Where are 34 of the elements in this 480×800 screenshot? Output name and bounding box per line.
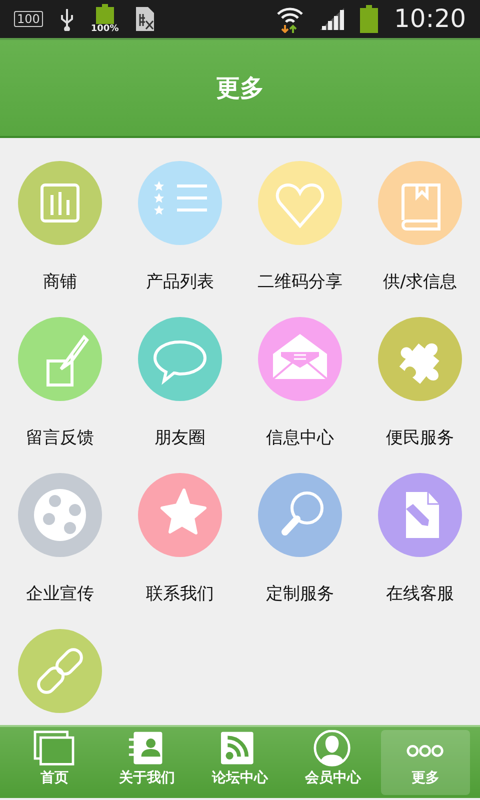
document-icon[interactable] <box>377 472 463 558</box>
book-icon[interactable] <box>377 160 463 246</box>
wifi-icon <box>276 5 304 33</box>
clock: 10:20 <box>394 3 466 36</box>
menu-label[interactable]: 留言反馈 <box>26 426 94 452</box>
menu-label[interactable]: 产品列表 <box>146 270 214 296</box>
edit-icon[interactable] <box>17 316 103 402</box>
menu-label[interactable]: 供/求信息 <box>383 270 457 296</box>
menu-label[interactable]: 企业宣传 <box>26 582 94 608</box>
menu-label[interactable]: 信息中心 <box>266 426 334 452</box>
page-title: 更多 <box>216 73 264 104</box>
menu-label[interactable]: 联系我们 <box>146 582 214 608</box>
film-reel-icon[interactable] <box>17 472 103 558</box>
menu-label[interactable]: 在线客服 <box>386 582 454 608</box>
notification-count: 100 <box>14 11 43 27</box>
windows-icon[interactable] <box>32 730 76 768</box>
puzzle-icon[interactable] <box>377 316 463 402</box>
list-icon[interactable] <box>137 160 223 246</box>
chart-icon[interactable] <box>17 160 103 246</box>
battery-percent: 100% <box>90 25 119 34</box>
usb-icon <box>58 7 75 31</box>
battery-icon <box>94 4 115 24</box>
link-icon[interactable] <box>17 628 103 714</box>
menu-label[interactable]: 朋友圈 <box>154 426 206 452</box>
menu-label[interactable]: 二维码分享 <box>258 270 342 296</box>
sim-card-icon <box>134 6 155 32</box>
signal-icon <box>320 8 344 30</box>
search-icon[interactable] <box>257 472 343 558</box>
battery-icon <box>360 5 378 33</box>
menu-label[interactable]: 商铺 <box>43 270 77 296</box>
speech-bubble-icon[interactable] <box>137 316 223 402</box>
menu-label[interactable]: 便民服务 <box>386 426 454 452</box>
menu-label[interactable]: 定制服务 <box>266 582 334 608</box>
envelope-icon[interactable] <box>257 316 343 402</box>
